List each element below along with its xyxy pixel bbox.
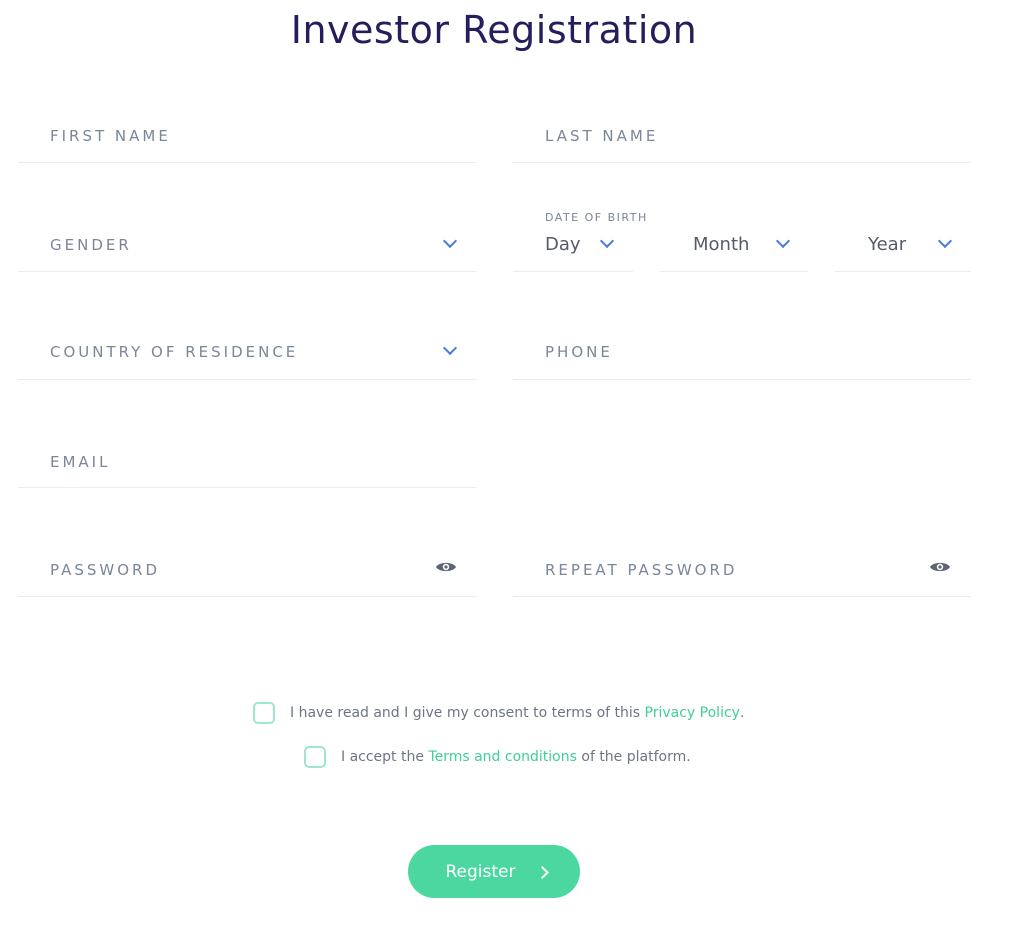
privacy-consent-end: . [739,705,745,721]
first-name-label: FIRST NAME [50,127,171,145]
email-label: EMAIL [50,453,111,471]
repeat-password-field[interactable]: REPEAT PASSWORD [513,542,971,597]
register-label: Register [445,861,516,882]
eye-icon[interactable] [929,560,951,574]
page-title: Investor Registration [290,8,698,52]
terms-consent: I accept the Terms and conditions of the… [304,746,691,768]
terms-checkbox[interactable] [304,746,326,768]
chevron-down-icon [599,233,615,249]
privacy-policy-link[interactable]: Privacy Policy [645,705,740,721]
terms-consent-text: I accept the [341,749,429,765]
terms-consent-end: of the platform. [576,749,691,765]
month-select[interactable]: Month [660,217,808,272]
privacy-checkbox[interactable] [253,702,275,724]
year-select[interactable]: Year [835,217,971,272]
month-value: Month [693,234,750,255]
year-value: Year [868,234,907,255]
gender-label: GENDER [50,236,132,254]
email-field[interactable]: EMAIL [18,433,476,488]
password-field[interactable]: PASSWORD [18,542,476,597]
chevron-down-icon [775,233,791,249]
chevron-down-icon [442,340,458,356]
chevron-down-icon [442,233,458,249]
password-label: PASSWORD [50,561,161,579]
privacy-consent: I have read and I give my consent to ter… [253,702,744,724]
register-button[interactable]: Register [408,845,580,898]
day-value: Day [545,234,581,255]
phone-label: PHONE [545,343,613,361]
repeat-password-label: REPEAT PASSWORD [545,561,738,579]
gender-select[interactable]: GENDER [18,217,476,272]
terms-link[interactable]: Terms and conditions [428,749,577,765]
privacy-consent-text: I have read and I give my consent to ter… [290,705,645,721]
chevron-down-icon [937,233,953,249]
day-select[interactable]: Day [513,217,633,272]
country-label: COUNTRY OF RESIDENCE [50,343,299,361]
last-name-label: LAST NAME [545,127,659,145]
phone-field[interactable]: PHONE [513,325,971,380]
last-name-field[interactable]: LAST NAME [513,108,971,163]
chevron-right-icon [535,865,549,879]
eye-icon[interactable] [435,560,457,574]
country-select[interactable]: COUNTRY OF RESIDENCE [18,325,476,380]
first-name-field[interactable]: FIRST NAME [18,108,476,163]
